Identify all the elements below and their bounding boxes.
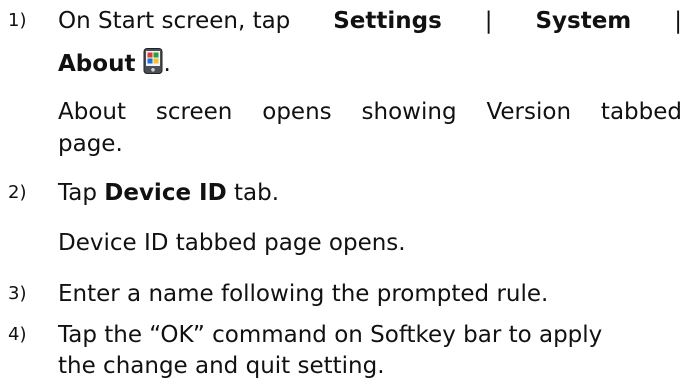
step-2-number: 2) (8, 182, 27, 203)
step-3-number: 3) (8, 283, 27, 304)
step-1-result-line-2: page. (58, 131, 123, 157)
step-1-line-2: About . (58, 48, 171, 79)
step-1-prefix: On Start screen, tap (58, 8, 291, 34)
step-1-about: About (58, 51, 136, 77)
step-4-number: 4) (8, 324, 27, 345)
step-1-line-1: On Start screen, tap Settings | System | (58, 6, 682, 36)
step-2-device-id: Device ID (104, 180, 227, 206)
step-1-separator-1: | (484, 8, 493, 34)
step-2-line: Tap Device ID tab. (58, 178, 279, 208)
step-1-system: System (535, 8, 632, 34)
instructions-document: 1) On Start screen, tap Settings | Syste… (0, 0, 693, 388)
step-1-result-word-4: showing (361, 99, 457, 125)
step-1-separator-2: | (674, 8, 682, 34)
step-2-prefix: Tap (58, 180, 97, 206)
step-2-suffix: tab. (234, 180, 280, 206)
step-1-result-word-5: Version (486, 99, 572, 125)
step-1-period: . (163, 51, 171, 77)
step-1-number: 1) (8, 10, 27, 31)
step-1-result-word-6: tabbed (600, 99, 682, 125)
step-2-result: Device ID tabbed page opens. (58, 230, 406, 256)
step-3-line: Enter a name following the prompted rule… (58, 281, 549, 307)
step-1-result-word-3: opens (262, 99, 332, 125)
step-4-line-1: Tap the “OK” command on Softkey bar to a… (58, 322, 603, 348)
step-1-settings: Settings (333, 8, 442, 34)
step-4-line-2: the change and quit setting. (58, 353, 385, 379)
step-1-result-word-1: About (58, 99, 127, 125)
step-1-result-line-1: About screen opens showing Version tabbe… (58, 97, 682, 127)
step-1-result-word-2: screen (155, 99, 233, 125)
windows-mobile-device-icon (143, 48, 163, 74)
